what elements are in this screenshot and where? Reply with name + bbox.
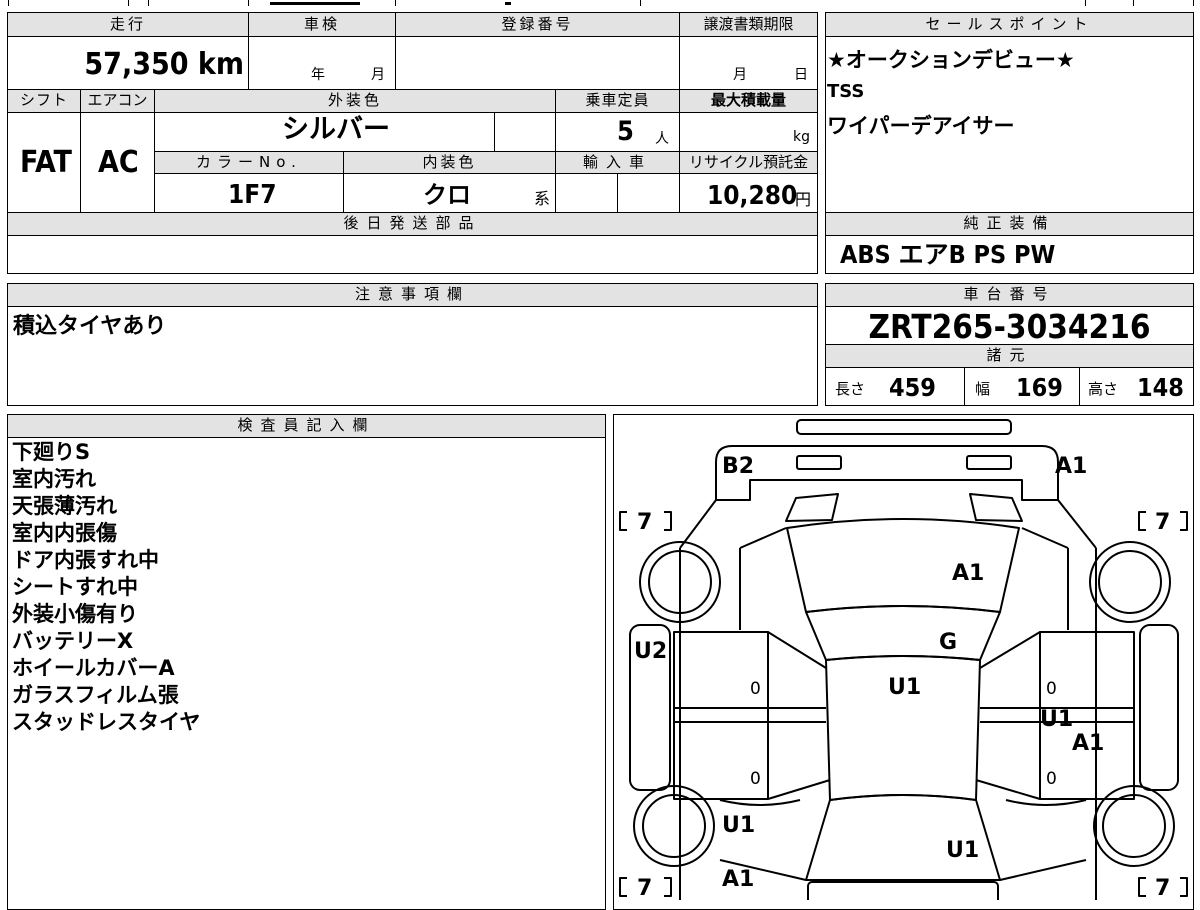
transfer-label: 譲渡書類期限 <box>703 15 794 33</box>
tire-front-left: 7 <box>637 876 652 900</box>
exterior-color-value: シルバー <box>282 114 390 145</box>
sales-points-label: セールスポイント <box>925 15 1094 33</box>
interior-color-label: 内装色 <box>422 153 477 171</box>
capacity-label: 乗車定員 <box>585 91 650 109</box>
notes-value: 積込タイヤあり <box>13 314 167 339</box>
recycle-value: 10,280 <box>707 181 798 211</box>
tire-rear-right: 7 <box>1155 510 1170 535</box>
inspector-line: 下廻りS <box>12 440 91 464</box>
inspector-line: ガラスフィルム張 <box>12 683 179 707</box>
capacity-value: 5 <box>617 116 634 147</box>
inspector-line: 室内汚れ <box>12 467 96 491</box>
sales-line-2: TSS <box>827 81 865 102</box>
inspection-label: 車検 <box>303 15 340 33</box>
transfer-month-unit: 月 <box>733 67 747 83</box>
length-value: 459 <box>889 373 936 402</box>
mark-roof: G <box>939 630 957 655</box>
mark-hood: U1 <box>946 838 979 863</box>
mark-front-left-fender: U1 <box>722 813 755 838</box>
notes-label: 注意事項欄 <box>354 285 470 303</box>
interior-color-suffix: 系 <box>534 189 551 208</box>
zero-mark: 0 <box>1046 769 1057 789</box>
height-value: 148 <box>1137 373 1184 402</box>
car-condition-diagram: B2 A1 A1 G U1 U2 U1 A1 U1 A1 U1 7 7 7 7 … <box>619 419 1188 900</box>
mark-left-side: U2 <box>634 639 667 664</box>
max-load-label: 最大積載量 <box>710 91 786 109</box>
inspector-line: 外装小傷有り <box>12 602 138 626</box>
inspector-line: バッテリーX <box>12 629 134 653</box>
interior-color-value: クロ <box>423 181 471 209</box>
color-no-label: カラーNo. <box>196 153 302 171</box>
mileage-label: 走行 <box>109 15 146 33</box>
sales-line-1: ★オークションデビュー★ <box>827 48 1075 72</box>
shift-value: FAT <box>20 145 72 180</box>
chassis-label: 車台番号 <box>963 285 1056 303</box>
equipment-label: 純正装備 <box>963 214 1056 232</box>
height-label: 高さ <box>1088 380 1119 398</box>
width-label: 幅 <box>975 380 991 398</box>
sales-line-3: ワイパーデアイサー <box>827 114 1015 138</box>
inspector-line: 天張薄汚れ <box>12 494 117 518</box>
import-label: 輸入車 <box>582 153 652 171</box>
mark-right-door: U1 <box>1040 707 1073 732</box>
inspector-line: スタッドレスタイヤ <box>12 710 201 734</box>
color-no-value: 1F7 <box>228 180 277 210</box>
length-label: 長さ <box>835 380 866 398</box>
mark-front-left-corner: A1 <box>722 867 754 892</box>
later-parts-label: 後日発送部品 <box>343 214 482 232</box>
registration-label: 登録番号 <box>501 15 574 33</box>
ac-label: エアコン <box>87 91 148 109</box>
mark-cabin: U1 <box>888 675 921 700</box>
inspector-line: 室内内張傷 <box>12 521 117 545</box>
recycle-unit: 円 <box>795 190 812 209</box>
top-strip <box>0 0 1200 6</box>
inspection-year-unit: 年 <box>311 67 325 83</box>
recycle-label: リサイクル預託金 <box>688 153 809 171</box>
exterior-color-label: 外装色 <box>327 91 382 109</box>
inspection-month-unit: 月 <box>371 67 385 83</box>
width-value: 169 <box>1016 373 1063 402</box>
capacity-unit: 人 <box>655 131 669 147</box>
inspector-line: ホイールカバーA <box>12 656 175 680</box>
max-load-unit: kg <box>793 129 810 145</box>
inspector-line: ドア内張すれ中 <box>12 548 159 572</box>
mark-right-fender: A1 <box>1072 731 1104 756</box>
transfer-day-unit: 日 <box>794 67 808 83</box>
mileage-value: 57,350 km <box>84 47 244 82</box>
zero-mark: 0 <box>1046 679 1057 699</box>
ac-value: AC <box>98 145 139 180</box>
mark-rear-left: B2 <box>722 454 754 479</box>
mark-rear-right: A1 <box>1055 454 1087 479</box>
equipment-value: ABS エアB PS PW <box>840 240 1056 269</box>
specs-label: 諸元 <box>986 346 1033 364</box>
shift-label: シフト <box>19 91 68 109</box>
mark-rear-window: A1 <box>952 561 984 586</box>
inspector-label: 検査員記入欄 <box>237 416 376 434</box>
zero-mark: 0 <box>750 679 761 699</box>
inspector-notes-list: 下廻りS 室内汚れ 天張薄汚れ 室内内張傷 ドア内張すれ中 シートすれ中 外装小… <box>12 439 200 736</box>
inspector-line: シートすれ中 <box>12 575 138 599</box>
tire-rear-left: 7 <box>637 510 652 535</box>
zero-mark: 0 <box>750 769 761 789</box>
tire-front-right: 7 <box>1155 876 1170 900</box>
chassis-number: ZRT265-3034216 <box>868 307 1151 346</box>
